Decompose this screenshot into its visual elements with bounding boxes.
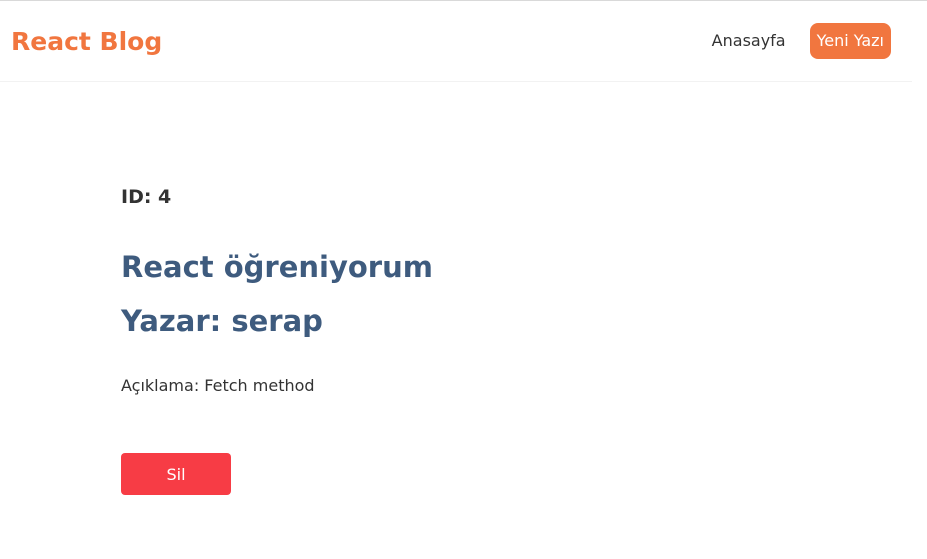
navbar: React Blog Anasayfa Yeni Yazı bbox=[0, 1, 912, 82]
post-author: Yazar: serap bbox=[121, 304, 323, 338]
nav-link-home[interactable]: Anasayfa bbox=[712, 23, 786, 59]
brand-logo[interactable]: React Blog bbox=[11, 27, 162, 57]
post-description: Açıklama: Fetch method bbox=[121, 376, 315, 395]
nav-links: Anasayfa Yeni Yazı bbox=[712, 23, 891, 59]
delete-button[interactable]: Sil bbox=[121, 453, 231, 495]
new-post-button[interactable]: Yeni Yazı bbox=[809, 23, 891, 59]
post-details: ID: 4 React öğreniyorum Yazar: serap Açı… bbox=[121, 180, 821, 495]
post-id: ID: 4 bbox=[121, 186, 172, 208]
post-title: React öğreniyorum bbox=[121, 250, 433, 284]
